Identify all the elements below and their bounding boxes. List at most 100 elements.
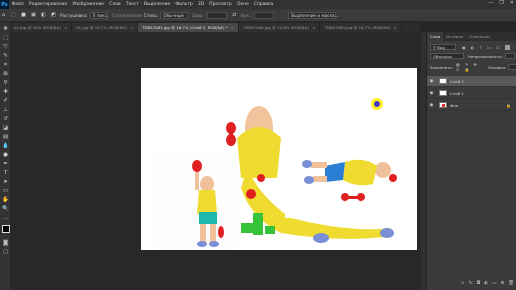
filter-toggle-icon[interactable] (505, 44, 511, 50)
frame-icon[interactable]: ⊠ (2, 71, 9, 78)
menu-view[interactable]: Просмотр (207, 2, 235, 7)
layer-row-1[interactable]: ◉ Слой 1 (427, 88, 516, 99)
group-icon[interactable]: ▭ (492, 281, 496, 286)
type-icon[interactable]: T (2, 170, 9, 177)
tab-history[interactable]: История (443, 32, 466, 41)
layer-row-background[interactable]: ◉ Фон 🔒 (427, 100, 516, 111)
style-select[interactable]: Обычный (160, 11, 189, 19)
filter-icons[interactable]: ▣ ◐ T ▭ ⊡ (462, 45, 501, 50)
layer-name[interactable]: Слой 1 (450, 91, 464, 96)
link-icon[interactable]: ∞ (461, 281, 465, 286)
eyedropper-icon[interactable]: ⚲ (2, 80, 9, 87)
blend-row: Обычные Непрозрачность: (427, 53, 516, 59)
close-icon[interactable]: ✕ (510, 0, 514, 6)
more-icon[interactable]: … (2, 215, 9, 222)
close-tab-icon[interactable]: × (312, 25, 315, 30)
menu-help[interactable]: Справка (251, 2, 276, 7)
menu-window[interactable]: Окно (234, 2, 251, 7)
menu-image[interactable]: Изображение (70, 2, 107, 7)
layer-name[interactable]: Слой 2 (450, 79, 464, 84)
feather-input[interactable]: 0 пикс. (89, 11, 108, 19)
tab-actions[interactable]: Операции (466, 32, 493, 41)
document-tab[interactable]: 01.jpg @ 16,7% (RGB/8#) × (72, 23, 139, 32)
visibility-eye-icon[interactable]: ◉ (427, 103, 436, 108)
width-input[interactable] (206, 11, 227, 19)
layer-2-photo[interactable] (285, 122, 409, 218)
new-layer-icon[interactable]: ⊞ (501, 281, 505, 286)
fill-input[interactable] (508, 64, 516, 70)
crop-icon[interactable]: ⌗ (2, 62, 9, 69)
menu-file[interactable]: Файл (9, 2, 26, 7)
panel-tabs: Слои История Операции (427, 32, 516, 41)
style-label: Стиль: (143, 12, 159, 18)
layer-name[interactable]: Фон (450, 103, 458, 108)
document-tab[interactable]: 02.jpg @ 25% (RGB/8#) × (10, 23, 73, 32)
menu-edit[interactable]: Редактирование (26, 2, 70, 7)
document-tab[interactable]: TDRA7063.jpg @ 16,7% (RGB/8#) × (320, 23, 402, 32)
swap-icon[interactable]: ⇄ (231, 12, 238, 19)
close-tab-icon[interactable]: × (64, 25, 67, 30)
brush-icon[interactable]: ✐ (2, 98, 9, 105)
lock-icons[interactable]: ▦ ✎ ✥ ⊡ 🔒 (456, 62, 484, 72)
layer-row-2[interactable]: ◉ Слой 2 (427, 76, 516, 87)
quick-select-icon[interactable]: ✎ (2, 53, 9, 60)
marquee-icon[interactable]: ⬚ (2, 35, 9, 42)
healing-icon[interactable]: ✚ (2, 89, 9, 96)
opacity-input[interactable] (504, 53, 515, 59)
visibility-eye-icon[interactable]: ◉ (427, 79, 436, 84)
lock-row: Закрепить: ▦ ✎ ✥ ⊡ 🔒 Заливка: (427, 62, 516, 72)
close-tab-icon[interactable]: × (394, 25, 397, 30)
layer-1-photo[interactable] (155, 152, 237, 250)
minimize-icon[interactable]: — (488, 0, 493, 6)
menu-layers[interactable]: Слои (107, 2, 124, 7)
add-selection-icon[interactable]: ▣ (30, 12, 37, 19)
options-bar: ⌂ ⬚ ■ ▣ ◧ ◩ Растушевка: 0 пикс. Сглажива… (0, 9, 516, 22)
close-tab-icon[interactable]: × (130, 25, 133, 30)
close-tab-icon[interactable]: × (231, 25, 234, 30)
hand-icon[interactable]: ✋ (2, 197, 9, 204)
height-input[interactable] (254, 11, 275, 19)
lasso-icon[interactable]: ➰ (2, 44, 9, 51)
zoom-icon[interactable]: 🔍 (2, 206, 9, 213)
stamp-icon[interactable]: ⊥ (2, 107, 9, 114)
home-icon[interactable]: ⌂ (0, 12, 7, 19)
quick-mask-icon[interactable]: ◙ (2, 240, 9, 247)
path-select-icon[interactable]: ➤ (2, 179, 9, 186)
gradient-icon[interactable]: ▤ (2, 134, 9, 141)
pen-icon[interactable]: ✒ (2, 161, 9, 168)
blend-mode-select[interactable]: Обычные (430, 53, 464, 59)
dodge-icon[interactable]: ● (2, 152, 9, 159)
rectangle-icon[interactable]: ▭ (2, 188, 9, 195)
move-icon[interactable]: ✥ (2, 26, 9, 33)
photoshop-logo-icon[interactable]: Ps (0, 0, 9, 9)
document-tab[interactable]: TDRA7066.jpg @ 22,6% (RGB/8#) × (239, 23, 321, 32)
tab-layers[interactable]: Слои (427, 32, 444, 41)
trash-icon[interactable]: 🗑 (508, 281, 514, 286)
history-brush-icon[interactable]: ↺ (2, 116, 9, 123)
document-tab-active[interactable]: TDRA7061.jpg @ 16,7% (Слой 2, RGB/8#) * × (138, 23, 240, 32)
eraser-icon[interactable]: ◪ (2, 125, 9, 132)
blur-icon[interactable]: 💧 (2, 143, 9, 150)
menu-select[interactable]: Выделение (141, 2, 172, 7)
menu-bar: Ps Файл Редактирование Изображение Слои … (0, 0, 516, 9)
menu-type[interactable]: Текст (123, 2, 141, 7)
visibility-eye-icon[interactable]: ◉ (427, 91, 436, 96)
fill-label: Заливка: (488, 64, 507, 70)
canvas-area[interactable] (11, 32, 421, 290)
select-and-mask-button[interactable]: Выделение и маска... (288, 11, 339, 19)
marquee-tool-icon[interactable]: ⬚ (10, 12, 17, 19)
menu-filter[interactable]: Фильтр (173, 2, 196, 7)
adjustment-icon[interactable]: ◐ (484, 281, 488, 286)
antialias-checkbox[interactable]: Сглаживание (112, 13, 142, 18)
subtract-selection-icon[interactable]: ◧ (40, 12, 47, 19)
foreground-color-swatch[interactable] (2, 225, 10, 233)
maximize-icon[interactable]: ❐ (499, 0, 503, 6)
layer-filter-select[interactable]: ⚲ Вид (430, 44, 456, 50)
menu-3d[interactable]: 3D (195, 2, 206, 7)
document-canvas[interactable] (141, 68, 417, 250)
screen-mode-icon[interactable]: ▢ (2, 249, 9, 256)
mask-icon[interactable]: ◘ (477, 281, 481, 286)
new-selection-icon[interactable]: ■ (20, 12, 27, 19)
fx-icon[interactable]: fx (468, 281, 472, 286)
intersect-selection-icon[interactable]: ◩ (50, 12, 57, 19)
